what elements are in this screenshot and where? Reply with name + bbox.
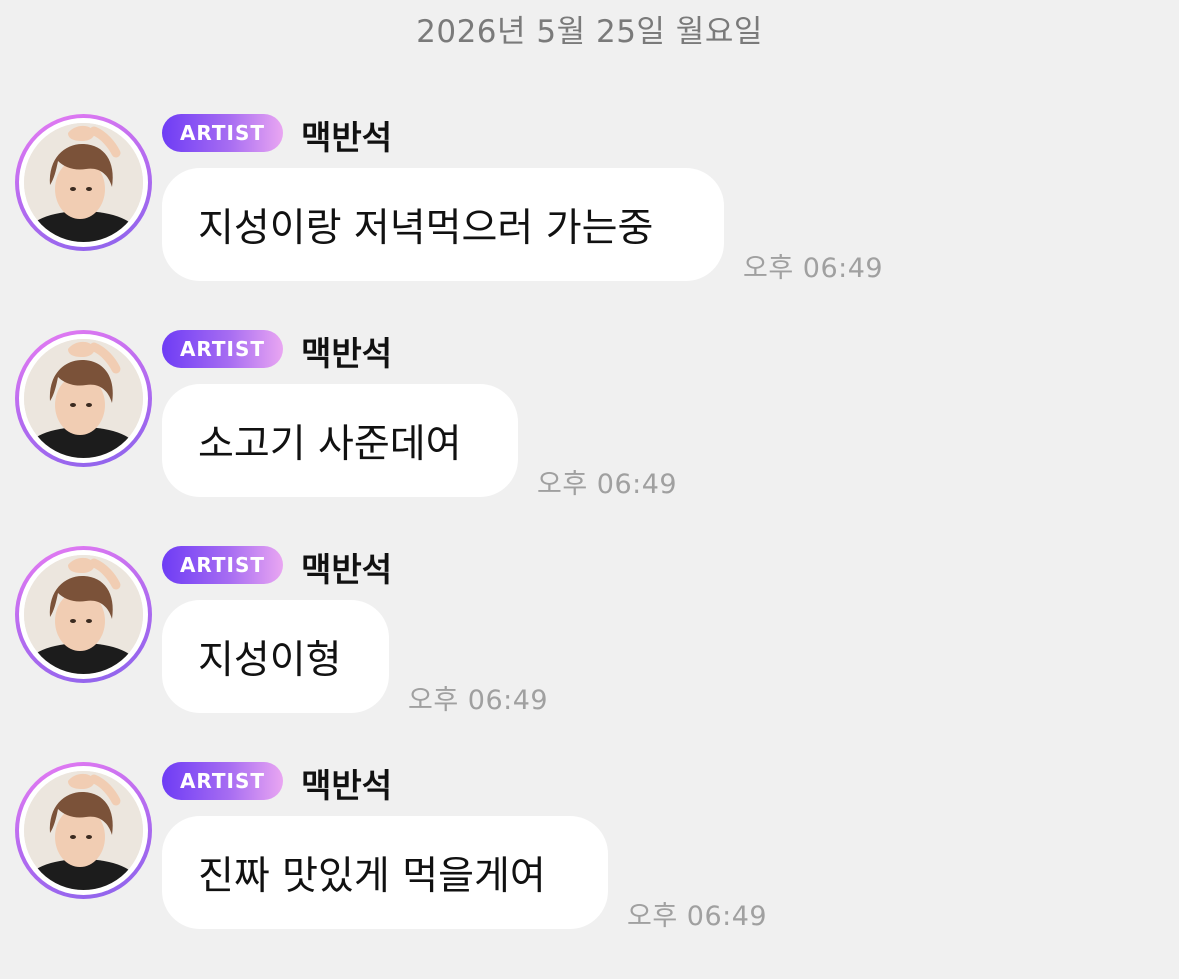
artist-badge: ARTIST xyxy=(162,114,283,152)
message-bubble[interactable]: 진짜 맛있게 먹을게여 xyxy=(162,816,608,929)
sender-name: 맥반석 xyxy=(301,334,393,373)
message-time: 오후 06:49 xyxy=(537,469,678,500)
artist-badge: ARTIST xyxy=(162,762,283,800)
avatar-photo xyxy=(24,123,143,242)
message-time: 오후 06:49 xyxy=(627,901,768,932)
avatar[interactable] xyxy=(15,330,152,467)
avatar-photo xyxy=(24,339,143,458)
avatar[interactable] xyxy=(15,114,152,251)
message-item: ARTIST 맥반석 소고기 사준데여 오후 06:49 xyxy=(0,330,1179,530)
avatar-photo xyxy=(24,555,143,674)
sender-name: 맥반석 xyxy=(301,766,393,805)
avatar-photo xyxy=(24,771,143,890)
sender-name: 맥반석 xyxy=(301,118,393,157)
message-bubble[interactable]: 지성이형 xyxy=(162,600,389,713)
avatar[interactable] xyxy=(15,546,152,683)
message-item: ARTIST 맥반석 진짜 맛있게 먹을게여 오후 06:49 xyxy=(0,762,1179,962)
message-time: 오후 06:49 xyxy=(408,685,549,716)
artist-badge: ARTIST xyxy=(162,330,283,368)
message-bubble[interactable]: 지성이랑 저녁먹으러 가는중 xyxy=(162,168,724,281)
artist-badge: ARTIST xyxy=(162,546,283,584)
message-item: ARTIST 맥반석 지성이랑 저녁먹으러 가는중 오후 06:49 xyxy=(0,114,1179,314)
message-time: 오후 06:49 xyxy=(743,253,884,284)
date-header: 2026년 5월 25일 월요일 xyxy=(416,14,763,50)
message-bubble[interactable]: 소고기 사준데여 xyxy=(162,384,518,497)
sender-name: 맥반석 xyxy=(301,550,393,589)
avatar[interactable] xyxy=(15,762,152,899)
message-item: ARTIST 맥반석 지성이형 오후 06:49 xyxy=(0,546,1179,746)
